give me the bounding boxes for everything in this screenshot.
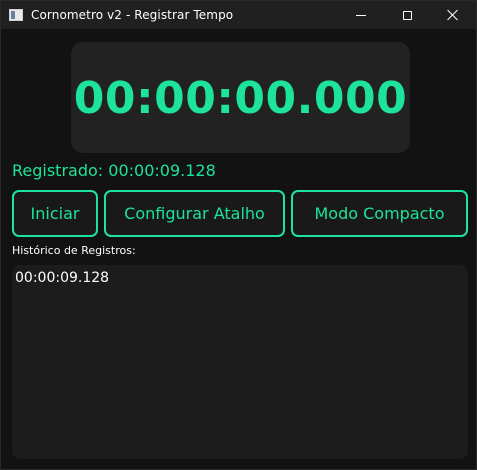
app-icon	[9, 9, 23, 21]
button-row: Iniciar Configurar Atalho Modo Compacto	[12, 190, 468, 238]
maximize-icon	[402, 10, 412, 20]
maximize-button[interactable]	[384, 1, 430, 29]
minimize-icon	[356, 14, 366, 16]
history-list[interactable]: 00:00:09.128	[12, 265, 468, 459]
app-window: Cornometro v2 - Registrar Tempo 00:00:00…	[0, 0, 477, 470]
compact-mode-button[interactable]: Modo Compacto	[291, 190, 468, 237]
timer-display: 00:00:00.000	[73, 72, 408, 124]
timer-panel: 00:00:00.000	[71, 42, 410, 153]
title-bar[interactable]: Cornometro v2 - Registrar Tempo	[1, 1, 476, 29]
registered-time: Registrado: 00:00:09.128	[12, 161, 216, 180]
configure-shortcut-button[interactable]: Configurar Atalho	[104, 190, 285, 237]
close-icon	[447, 9, 459, 21]
window-title: Cornometro v2 - Registrar Tempo	[31, 8, 234, 22]
minimize-button[interactable]	[338, 1, 384, 29]
window-controls	[338, 1, 476, 29]
history-label: Histórico de Registros:	[12, 244, 136, 257]
close-button[interactable]	[430, 1, 476, 29]
history-item[interactable]: 00:00:09.128	[15, 269, 468, 287]
start-button[interactable]: Iniciar	[12, 190, 98, 237]
